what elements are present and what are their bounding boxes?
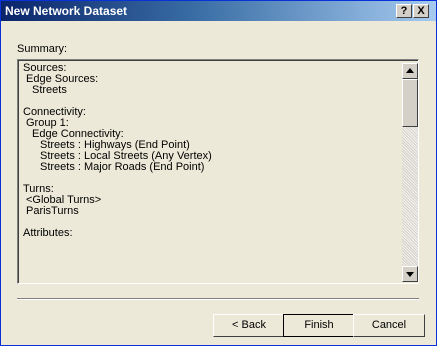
summary-blank-line <box>23 173 398 184</box>
back-button[interactable]: < Back <box>213 314 285 337</box>
arrow-up-icon <box>406 68 414 73</box>
separator <box>17 298 419 300</box>
summary-textbox-frame: Sources: Edge Sources: Streets Connectivity… <box>18 60 418 283</box>
summary-label: Summary: <box>17 43 68 55</box>
dialog-title: New Network Dataset <box>5 4 128 18</box>
help-button[interactable]: ? <box>396 4 412 18</box>
new-network-dataset-dialog: New Network Dataset ? X Summary: Sources… <box>0 0 437 346</box>
summary-line: Connectivity: <box>23 106 86 118</box>
summary-textbox[interactable]: Sources: Edge Sources: Streets Connectivity… <box>17 59 419 284</box>
summary-line: Streets : Major Roads (End Point) <box>40 161 205 173</box>
summary-line: Streets <box>32 84 67 96</box>
cancel-button[interactable]: Cancel <box>353 314 425 337</box>
summary-scrollbar[interactable] <box>402 63 418 282</box>
summary-line: ParisTurns <box>26 205 79 217</box>
summary-line: Attributes: <box>23 227 73 239</box>
title-bar: New Network Dataset ? X <box>1 1 436 21</box>
close-button[interactable]: X <box>413 4 429 18</box>
scroll-up-button[interactable] <box>402 63 418 79</box>
summary-line: Edge Sources: <box>26 73 99 85</box>
finish-button[interactable]: Finish <box>283 314 355 337</box>
summary-text: Sources: Edge Sources: Streets Connectivity… <box>23 63 398 239</box>
summary-blank-line <box>23 217 398 228</box>
summary-line: <Global Turns> <box>26 194 102 206</box>
scroll-down-button[interactable] <box>402 266 418 282</box>
arrow-down-icon <box>406 272 414 277</box>
scroll-thumb[interactable] <box>402 79 418 127</box>
